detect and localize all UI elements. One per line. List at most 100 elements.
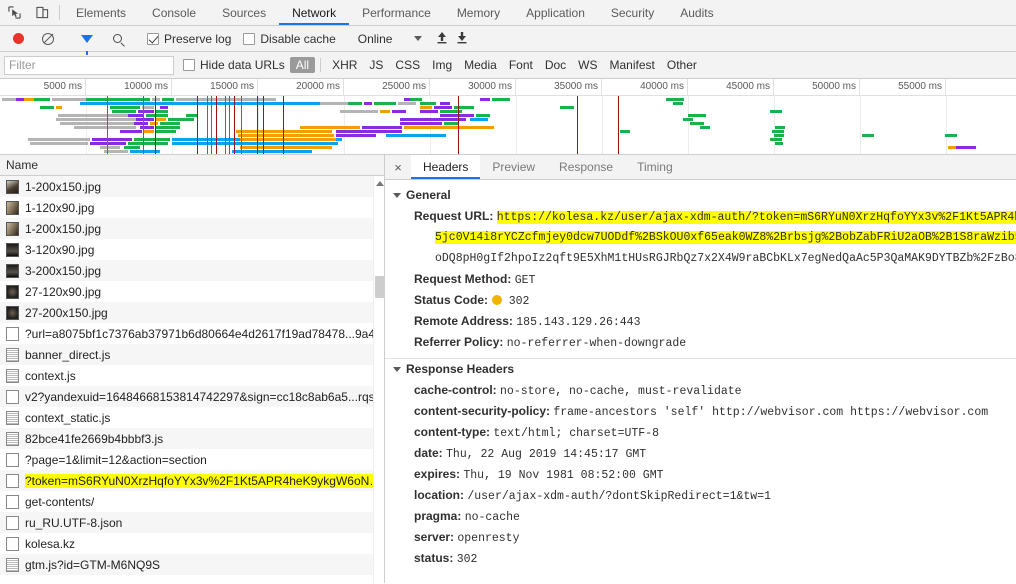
preserve-log-checkbox-box[interactable] [147,32,159,45]
hide-data-urls-checkbox-box[interactable] [183,59,195,71]
request-row[interactable]: get-contents/ [0,491,384,512]
type-filter-font[interactable]: Font [503,57,539,73]
request-row[interactable]: banner_direct.js [0,344,384,365]
tab-security[interactable]: Security [598,0,667,25]
request-list-scrollbar[interactable] [373,176,384,583]
request-row[interactable]: 1-200x150.jpg [0,176,384,197]
filter-input[interactable] [4,55,174,75]
request-row[interactable]: v2?yandexuid=16484668153814742297&sign=c… [0,386,384,407]
response-headers-section-header[interactable]: Response Headers [385,359,1016,380]
tab-application[interactable]: Application [513,0,598,25]
timeline-bar [146,114,168,117]
tab-preview[interactable]: Preview [480,155,547,179]
type-filter-doc[interactable]: Doc [539,57,572,73]
type-filter-manifest[interactable]: Manifest [604,57,661,73]
import-har-button[interactable] [433,31,451,47]
request-row[interactable]: kolesa.kz [0,533,384,554]
devtools-topbar: Elements Console Sources Network Perform… [0,0,1016,26]
timeline-bar [948,146,956,149]
type-filter-js[interactable]: JS [363,57,389,73]
timeline-bar [775,126,785,129]
timeline-bar [60,122,134,125]
request-row[interactable]: 3-120x90.jpg [0,239,384,260]
export-har-button[interactable] [453,31,471,47]
timeline-bar [240,146,332,149]
request-url-value[interactable]: https://kolesa.kz/user/ajax-xdm-auth/?to… [496,210,1016,224]
request-row[interactable]: context_static.js [0,407,384,428]
scroll-up-button[interactable] [374,178,384,189]
tab-audits-label: Audits [680,5,714,20]
request-row[interactable]: ?token=mS6RYuN0XrzHqfoYYx3v%2F1Kt5APR4he… [0,470,384,491]
scrollbar-thumb[interactable] [375,276,384,298]
tab-headers[interactable]: Headers [411,155,481,179]
tab-performance[interactable]: Performance [349,0,444,25]
request-row[interactable]: 1-200x150.jpg [0,218,384,239]
general-section-header[interactable]: General [385,185,1016,206]
search-button[interactable] [103,34,131,43]
type-filter-ws[interactable]: WS [572,57,603,73]
request-row[interactable]: gtm.js?id=GTM-M6NQ9S [0,554,384,575]
headers-content[interactable]: General Request URL: https://kolesa.kz/u… [385,180,1016,583]
timeline-waterfall[interactable] [0,96,1016,154]
request-url-continuation-1: 5jc0V14i8rYCZcfmjey0dcw7UODdf%2BSkOU0xf6… [385,227,1016,248]
timeline-bar [364,102,372,105]
timeline-bar [336,130,402,133]
tab-application-label: Application [526,5,585,20]
type-filter-img[interactable]: Img [426,57,458,73]
request-row[interactable]: ru_RU.UTF-8.json [0,512,384,533]
request-list-header[interactable]: Name [0,155,384,176]
timeline-bar [336,134,376,137]
timeline-bar [420,110,438,113]
tab-response[interactable]: Response [547,155,625,179]
response-header-row: pragma: no-cache [385,506,1016,527]
type-filter-css[interactable]: CSS [389,57,426,73]
clear-button[interactable] [34,32,62,45]
timeline-overview[interactable]: 5000 ms 10000 ms 15000 ms 20000 ms 25000 ms 3… [0,79,1016,155]
document-file-icon [6,536,19,551]
remote-address-key: Remote Address: [414,313,513,328]
tab-sources[interactable]: Sources [209,0,279,25]
request-method-value: GET [514,273,536,287]
timeline-bar [300,126,360,129]
request-row[interactable]: 27-120x90.jpg [0,281,384,302]
preserve-log-checkbox[interactable]: Preserve log [142,32,236,46]
request-row[interactable]: 82bce41fe2669b4bbbf3.js [0,428,384,449]
device-toolbar-icon[interactable] [28,0,56,25]
type-filter-xhr[interactable]: XHR [326,57,363,73]
request-row[interactable]: context.js [0,365,384,386]
throttling-select[interactable]: Online [352,32,423,46]
inspect-element-icon[interactable] [0,0,28,25]
request-row[interactable]: ?page=1&limit=12&action=section [0,449,384,470]
request-row[interactable]: 27-200x150.jpg [0,302,384,323]
disable-cache-checkbox[interactable]: Disable cache [238,32,340,46]
tab-audits[interactable]: Audits [667,0,726,25]
tab-elements[interactable]: Elements [63,0,139,25]
hide-data-urls-label: Hide data URLs [200,58,285,72]
timeline-gridline [516,96,517,154]
type-filter-all[interactable]: All [289,57,316,73]
disable-cache-checkbox-box[interactable] [243,32,256,45]
type-filter-media[interactable]: Media [458,57,503,73]
throttling-value: Online [357,31,393,46]
request-row[interactable]: ?url=a8075bf1c7376ab37971b6d80664e4d2617… [0,323,384,344]
timeline-bar [398,102,416,105]
request-row[interactable]: 3-200x150.jpg [0,260,384,281]
request-list-scroll[interactable]: 1-200x150.jpg 1-120x90.jpg 1-200x150.jpg 3-… [0,176,384,583]
status-code-value: 302 [508,294,530,308]
request-url-line2: 5jc0V14i8rYCZcfmjey0dcw7UODdf%2BSkOU0xf6… [435,231,1016,244]
tab-console[interactable]: Console [139,0,209,25]
timeline-bar [774,134,784,137]
type-filter-other[interactable]: Other [661,57,703,73]
request-row[interactable]: 1-120x90.jpg [0,197,384,218]
response-header-row: status: 302 [385,548,1016,569]
document-file-icon [6,515,19,530]
record-button[interactable] [4,33,32,44]
tab-network[interactable]: Network [279,0,349,25]
filter-toggle-button[interactable] [73,34,101,55]
tab-memory[interactable]: Memory [444,0,513,25]
hide-data-urls-checkbox[interactable]: Hide data URLs [178,58,290,72]
close-icon[interactable]: × [385,155,411,179]
timeline-bar [152,98,160,101]
tab-timing[interactable]: Timing [625,155,685,179]
document-file-icon [6,389,19,404]
